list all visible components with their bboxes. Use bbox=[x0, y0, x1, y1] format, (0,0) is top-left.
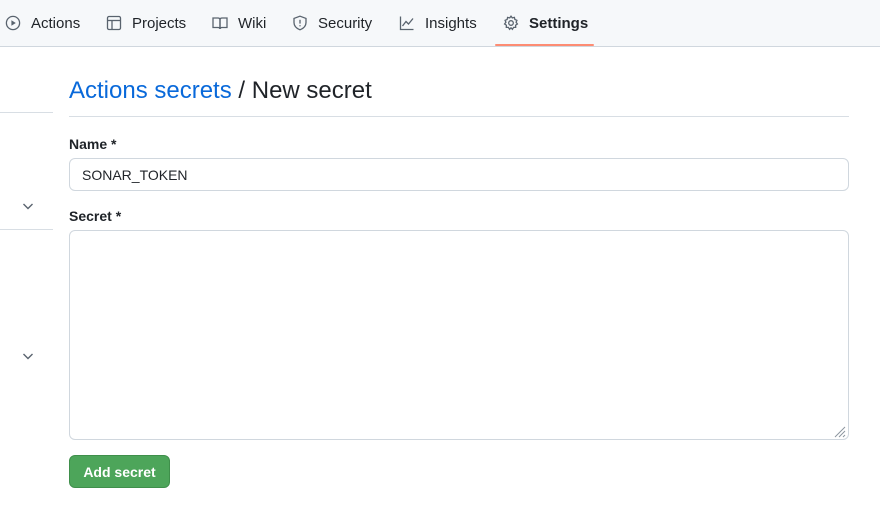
tab-label: Settings bbox=[529, 15, 589, 32]
breadcrumb-separator: / bbox=[238, 77, 246, 104]
tab-wiki[interactable]: Wiki bbox=[212, 0, 266, 47]
resize-handle-icon[interactable] bbox=[832, 424, 846, 438]
title-divider bbox=[69, 116, 849, 117]
page-title-text: New secret bbox=[251, 77, 372, 104]
sidebar-divider bbox=[0, 112, 53, 113]
add-secret-button[interactable]: Add secret bbox=[69, 455, 170, 488]
repo-nav: Actions Projects Wiki Security Insights … bbox=[0, 0, 880, 47]
page-title: Actions secrets / New secret bbox=[69, 76, 372, 106]
tab-label: Projects bbox=[132, 15, 187, 32]
tab-projects[interactable]: Projects bbox=[106, 0, 186, 47]
tab-label: Wiki bbox=[238, 15, 267, 32]
chevron-down-icon[interactable] bbox=[20, 348, 36, 364]
tab-label: Insights bbox=[425, 15, 477, 32]
tab-actions[interactable]: Actions bbox=[5, 0, 80, 47]
selected-tab-indicator bbox=[495, 44, 594, 46]
tab-insights[interactable]: Insights bbox=[399, 0, 477, 47]
secret-name-input[interactable] bbox=[69, 158, 849, 191]
graph-icon bbox=[399, 15, 417, 33]
sidebar-divider bbox=[0, 229, 53, 230]
chevron-down-icon[interactable] bbox=[20, 198, 36, 214]
tab-settings[interactable]: Settings bbox=[503, 0, 588, 47]
name-label: Name * bbox=[69, 136, 117, 152]
secret-value-textarea[interactable] bbox=[69, 230, 849, 440]
breadcrumb-actions-secrets-link[interactable]: Actions secrets bbox=[69, 77, 232, 104]
tab-label: Actions bbox=[31, 15, 81, 32]
book-icon bbox=[212, 15, 230, 33]
table-icon bbox=[106, 15, 124, 33]
shield-icon bbox=[292, 15, 310, 33]
tab-label: Security bbox=[318, 15, 373, 32]
play-circle-icon bbox=[5, 15, 23, 33]
tab-security[interactable]: Security bbox=[292, 0, 372, 47]
gear-icon bbox=[503, 14, 521, 33]
secret-label: Secret * bbox=[69, 208, 122, 224]
